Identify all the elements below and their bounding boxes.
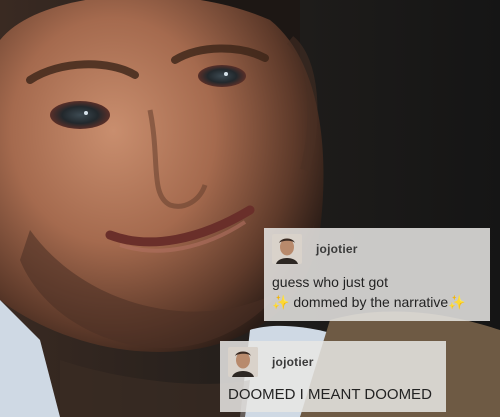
comment-text: guess who just got ✨ dommed by the narra…: [272, 272, 482, 312]
comment-card: jojotier DOOMED I MEANT DOOMED: [220, 341, 446, 412]
sparkles-icon: ✨: [272, 294, 290, 310]
username[interactable]: jojotier: [272, 355, 314, 369]
user-portrait-icon[interactable]: [272, 234, 302, 264]
comment-line: dommed by the narrative: [293, 294, 449, 310]
comment-text: DOOMED I MEANT DOOMED: [228, 385, 438, 405]
comment-card: jojotier guess who just got ✨ dommed by …: [264, 228, 490, 321]
comment-line: DOOMED I MEANT DOOMED: [228, 386, 432, 403]
username[interactable]: jojotier: [316, 242, 358, 256]
sparkles-icon: ✨: [448, 294, 466, 310]
comment-line-with-sparkles: ✨ dommed by the narrative✨: [272, 292, 482, 312]
comment-line: guess who just got: [272, 274, 388, 290]
comment-header: jojotier: [272, 234, 482, 264]
comment-header: jojotier: [228, 347, 438, 377]
user-portrait-icon[interactable]: [228, 347, 258, 377]
